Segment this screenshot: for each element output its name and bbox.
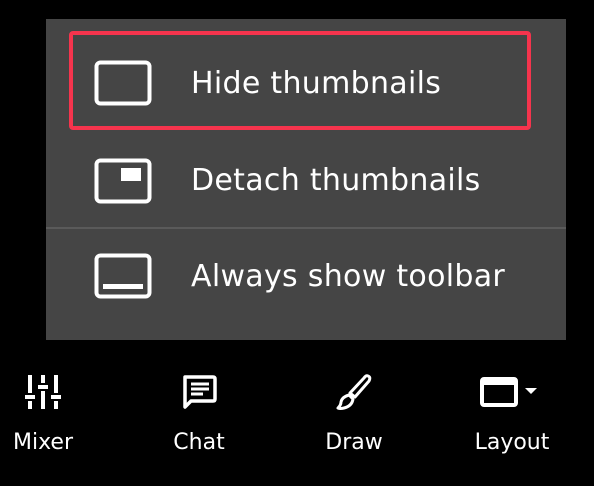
- layout-dropdown-icon: [480, 377, 537, 407]
- layout-popup-menu: Hide thumbnails Detach thumbnails Always…: [46, 19, 566, 340]
- draw-label: Draw: [325, 430, 383, 455]
- layout-screen: Hide thumbnails Detach thumbnails Always…: [0, 0, 594, 486]
- mixer-button[interactable]: Mixer: [3, 370, 83, 460]
- menu-item-label: Detach thumbnails: [191, 163, 481, 198]
- mixer-sliders-icon: [25, 375, 61, 409]
- menu-item-hide-thumbnails[interactable]: Hide thumbnails: [46, 33, 566, 133]
- chat-icon: [183, 375, 217, 409]
- chat-button[interactable]: Chat: [159, 370, 239, 460]
- menu-item-detach-thumbnails[interactable]: Detach thumbnails: [46, 133, 566, 228]
- detach-thumbnails-icon: [94, 158, 152, 203]
- menu-item-label: Always show toolbar: [191, 258, 506, 294]
- mixer-label: Mixer: [12, 430, 74, 455]
- layout-label: Layout: [474, 430, 550, 455]
- draw-button[interactable]: Draw: [314, 370, 394, 460]
- chat-label: Chat: [173, 430, 225, 455]
- menu-item-label: Hide thumbnails: [191, 65, 442, 101]
- bottom-toolbar: Mixer Chat Draw Layout: [0, 340, 594, 486]
- toolbar-icon: [94, 253, 152, 299]
- layout-button[interactable]: Layout: [462, 370, 562, 460]
- menu-item-always-show-toolbar[interactable]: Always show toolbar: [46, 228, 566, 324]
- hide-thumbnails-icon: [94, 60, 152, 106]
- brush-icon: [336, 374, 372, 410]
